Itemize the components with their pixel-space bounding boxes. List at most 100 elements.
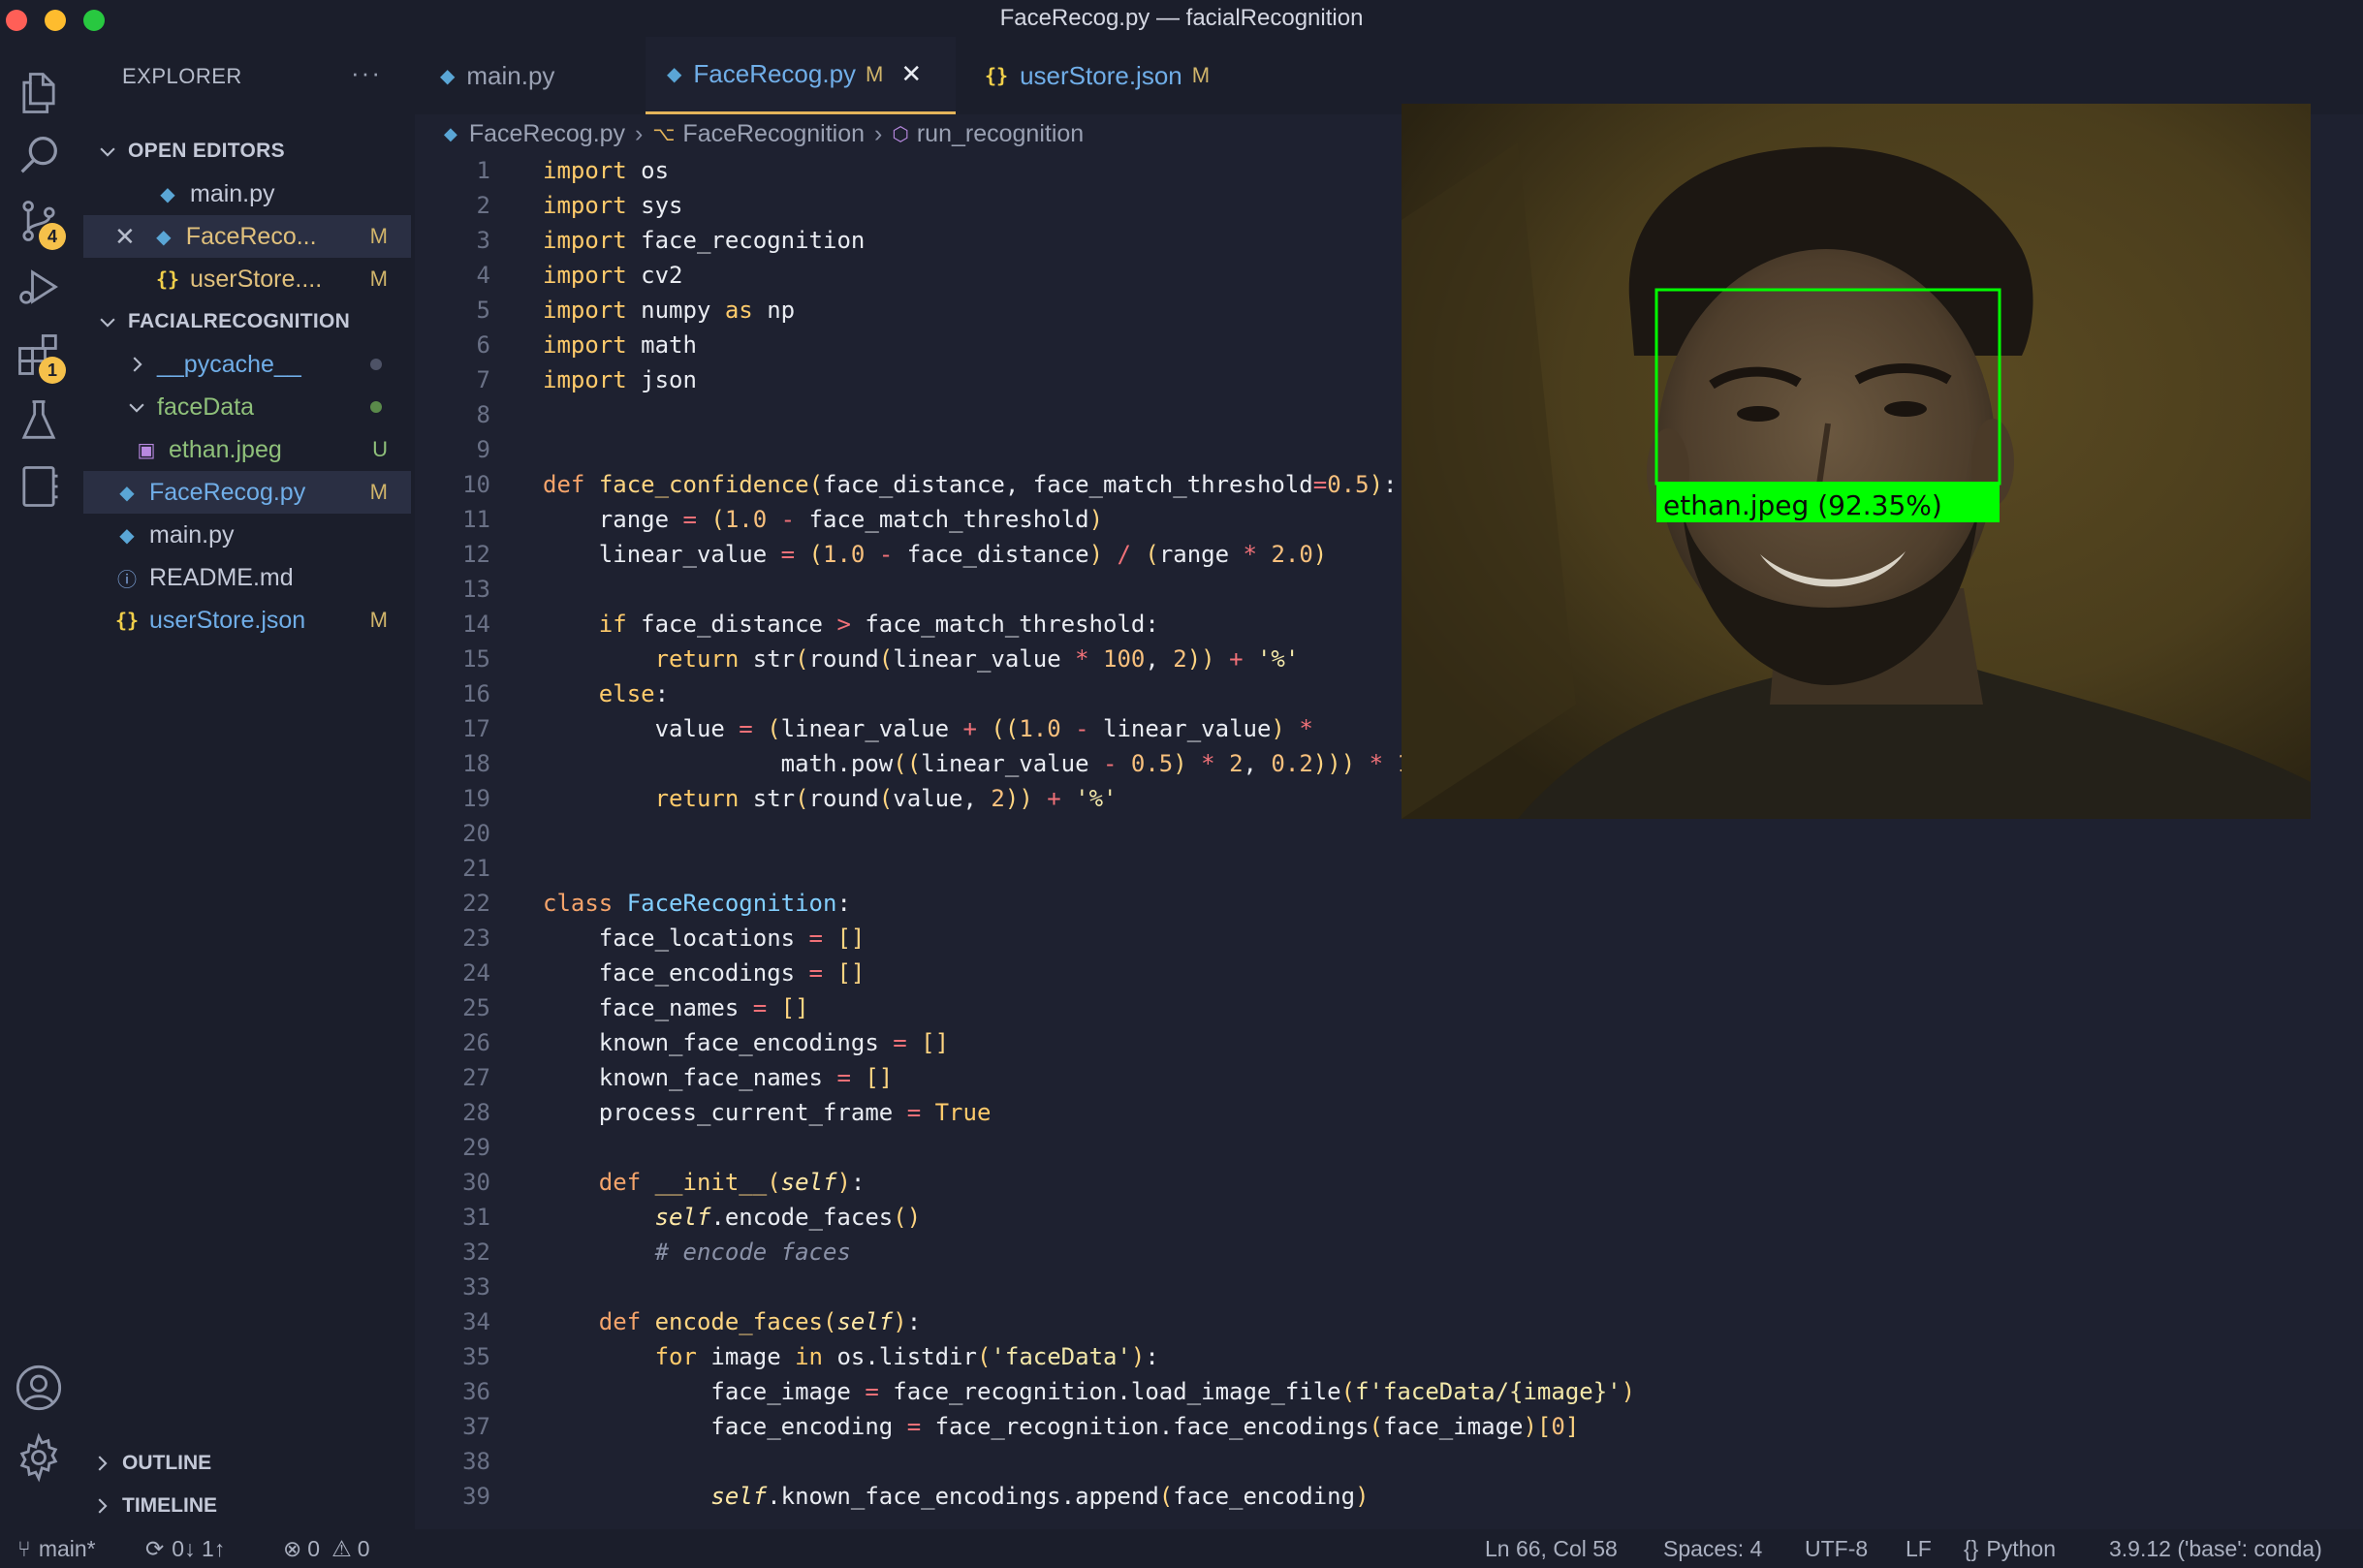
- branch-label: main*: [38, 1535, 96, 1561]
- line-number: 9: [476, 436, 490, 463]
- chevron-down-icon: [97, 141, 118, 162]
- json-file-icon: {}: [155, 267, 180, 291]
- code-line[interactable]: 21: [415, 851, 543, 886]
- code-line[interactable]: 32 # encode faces: [415, 1235, 851, 1270]
- tab-label: FaceRecog.py: [693, 59, 857, 88]
- code-line[interactable]: 17 value = (linear_value + ((1.0 - linea…: [415, 711, 1313, 746]
- code-line[interactable]: 18 math.pow((linear_value - 0.5) * 2, 0.…: [415, 746, 1411, 781]
- close-icon[interactable]: ✕: [114, 222, 136, 252]
- open-editor-item[interactable]: {} userStore.... M: [83, 258, 411, 300]
- timeline-section[interactable]: TIMELINE: [91, 1487, 217, 1525]
- tree-item-label: userStore.json: [149, 606, 306, 634]
- code-line[interactable]: 2 import sys: [415, 188, 683, 223]
- breadcrumb-file[interactable]: FaceRecog.py: [469, 120, 625, 148]
- code-line[interactable]: 25 face_names = []: [415, 990, 808, 1025]
- tree-item-facerecog[interactable]: ◆ FaceRecog.py M: [83, 471, 411, 514]
- open-editor-item[interactable]: ◆ main.py: [83, 172, 411, 215]
- encoding-status[interactable]: UTF-8: [1805, 1529, 1868, 1568]
- code-line[interactable]: 37 face_encoding = face_recognition.face…: [415, 1409, 1579, 1444]
- run-debug-icon[interactable]: [0, 248, 78, 326]
- sync-status[interactable]: ⟳ 0↓ 1↑: [145, 1529, 225, 1568]
- tree-item-facedata[interactable]: faceData: [83, 386, 411, 428]
- breadcrumb-class[interactable]: FaceRecognition: [682, 120, 865, 148]
- code-line[interactable]: 10 def face_confidence(face_distance, fac…: [415, 467, 1397, 502]
- code-line[interactable]: 9: [415, 432, 543, 467]
- close-icon[interactable]: ✕: [900, 59, 922, 89]
- modified-badge: M: [866, 61, 884, 86]
- breadcrumb: ◆ FaceRecog.py › ⌥ FaceRecognition › ⬡ r…: [444, 114, 1084, 153]
- code-line[interactable]: 33: [415, 1270, 543, 1304]
- code-line[interactable]: 8: [415, 397, 543, 432]
- code-line[interactable]: 39 self.known_face_encodings.append(face…: [415, 1479, 1369, 1514]
- code-line[interactable]: 22 class FaceRecognition:: [415, 886, 851, 921]
- code-line[interactable]: 26 known_face_encodings = []: [415, 1025, 949, 1060]
- code-text: import cv2: [543, 262, 683, 289]
- code-line[interactable]: 23 face_locations = []: [415, 921, 865, 956]
- tree-item-ethan-jpeg[interactable]: ▣ ethan.jpeg U: [83, 428, 411, 471]
- code-line[interactable]: 7 import json: [415, 362, 697, 397]
- tab-main-py[interactable]: ◆ main.py: [440, 37, 642, 114]
- outline-section[interactable]: OUTLINE: [91, 1444, 211, 1483]
- code-line[interactable]: 29: [415, 1130, 543, 1165]
- python-interpreter[interactable]: 3.9.12 ('base': conda): [2109, 1529, 2322, 1568]
- code-line[interactable]: 15 return str(round(linear_value * 100, …: [415, 642, 1299, 676]
- code-line[interactable]: 3 import face_recognition: [415, 223, 866, 258]
- code-line[interactable]: 14 if face_distance > face_match_thresho…: [415, 607, 1159, 642]
- code-line[interactable]: 34 def encode_faces(self):: [415, 1304, 921, 1339]
- code-line[interactable]: 36 face_image = face_recognition.load_im…: [415, 1374, 1635, 1409]
- tree-item-userstore[interactable]: {} userStore.json M: [83, 599, 411, 642]
- code-line[interactable]: 30 def __init__(self):: [415, 1165, 865, 1200]
- open-editors-section[interactable]: OPEN EDITORS: [83, 130, 411, 172]
- line-number: 25: [462, 994, 490, 1021]
- chevron-right-icon: [91, 1495, 112, 1517]
- problems-status[interactable]: ⊗ 0 ⚠ 0: [283, 1529, 370, 1568]
- tab-facerecog-py[interactable]: ◆ FaceRecog.py M ✕: [646, 37, 956, 114]
- tree-item-label: README.md: [149, 563, 294, 591]
- tree-item-pycache[interactable]: __pycache__: [83, 343, 411, 386]
- code-line[interactable]: 31 self.encode_faces(): [415, 1200, 921, 1235]
- tree-item-label: __pycache__: [157, 350, 301, 378]
- code-line[interactable]: 6 import math: [415, 328, 697, 362]
- code-text: def encode_faces(self):: [598, 1308, 922, 1335]
- code-line[interactable]: 11 range = (1.0 - face_match_threshold): [415, 502, 1103, 537]
- code-line[interactable]: 35 for image in os.listdir('faceData'):: [415, 1339, 1159, 1374]
- open-editor-item[interactable]: ✕ ◆ FaceReco... M: [83, 215, 411, 258]
- python-file-icon: ◆: [119, 482, 135, 504]
- python-file-icon: ◆: [667, 64, 682, 85]
- code-line[interactable]: 12 linear_value = (1.0 - face_distance) …: [415, 537, 1327, 572]
- code-line[interactable]: 24 face_encodings = []: [415, 956, 865, 990]
- account-icon[interactable]: [0, 1349, 78, 1427]
- code-line[interactable]: 19 return str(round(value, 2)) + '%': [415, 781, 1117, 816]
- code-text: # encode faces: [654, 1239, 851, 1266]
- more-actions-icon[interactable]: ···: [351, 58, 382, 88]
- camera-preview-window[interactable]: ethan.jpeg (92.35%): [1402, 104, 2311, 819]
- open-editors-label: OPEN EDITORS: [128, 140, 285, 162]
- code-line[interactable]: 1 import os: [415, 153, 670, 188]
- eol-status[interactable]: LF: [1906, 1529, 1932, 1568]
- branch-status[interactable]: ⑂ main*: [17, 1529, 96, 1568]
- code-line[interactable]: 28 process_current_frame = True: [415, 1095, 991, 1130]
- indentation-status[interactable]: Spaces: 4: [1663, 1529, 1762, 1568]
- code-line[interactable]: 27 known_face_names = []: [415, 1060, 893, 1095]
- code-line[interactable]: 4 import cv2: [415, 258, 683, 293]
- breadcrumb-method[interactable]: run_recognition: [917, 120, 1084, 148]
- code-line[interactable]: 20: [415, 816, 543, 851]
- code-line[interactable]: 16 else:: [415, 676, 669, 711]
- tree-item-main[interactable]: ◆ main.py: [83, 514, 411, 556]
- open-editor-label: FaceReco...: [185, 222, 317, 250]
- tab-userstore-json[interactable]: {} userStore.json M: [985, 37, 1276, 114]
- code-line[interactable]: 13: [415, 572, 543, 607]
- tree-item-readme[interactable]: ⓘ README.md: [83, 556, 411, 599]
- sync-label: 0↓ 1↑: [172, 1535, 226, 1561]
- settings-gear-icon[interactable]: [0, 1419, 78, 1496]
- notebook-icon[interactable]: [0, 448, 78, 525]
- project-section[interactable]: FACIALRECOGNITION: [83, 300, 411, 343]
- language-mode[interactable]: {} Python: [1964, 1529, 2056, 1568]
- python-file-icon: ◆: [156, 226, 172, 248]
- code-line[interactable]: 5 import numpy as np: [415, 293, 796, 328]
- cursor-position[interactable]: Ln 66, Col 58: [1485, 1529, 1618, 1568]
- code-text: for image in os.listdir('faceData'):: [654, 1343, 1159, 1370]
- code-text: value = (linear_value + ((1.0 - linear_v…: [543, 715, 1313, 742]
- line-number: 37: [462, 1413, 490, 1440]
- code-line[interactable]: 38: [415, 1444, 543, 1479]
